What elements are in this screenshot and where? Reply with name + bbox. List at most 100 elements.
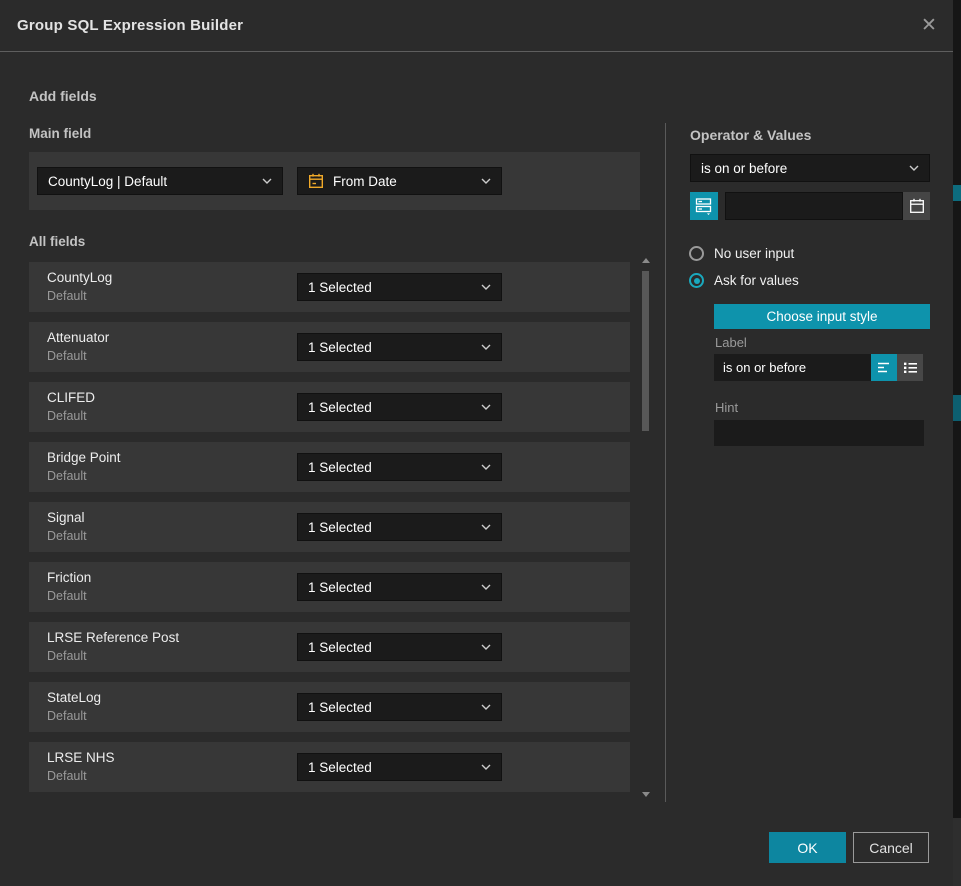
field-name: CLIFED — [47, 390, 95, 405]
radio-ask-for-values-label: Ask for values — [714, 273, 799, 288]
chevron-down-icon — [481, 764, 491, 770]
background-fragment — [953, 185, 961, 201]
bulleted-list-icon — [903, 361, 918, 374]
align-left-icon — [877, 361, 892, 374]
field-layer-sublabel: Default — [47, 649, 87, 663]
field-selected-dropdown[interactable]: 1 Selected — [297, 453, 502, 481]
field-selected-value: 1 Selected — [308, 580, 473, 595]
close-icon[interactable]: ✕ — [916, 13, 942, 39]
scrollbar-thumb[interactable] — [642, 271, 649, 431]
radio-no-user-input-label: No user input — [714, 246, 794, 261]
field-selected-value: 1 Selected — [308, 760, 473, 775]
single-line-input-style-button[interactable] — [871, 354, 897, 381]
field-name: LRSE NHS — [47, 750, 115, 765]
chevron-down-icon — [909, 165, 919, 171]
chevron-down-icon — [481, 464, 491, 470]
cancel-button[interactable]: Cancel — [853, 832, 929, 863]
field-row: LRSE Reference Post Default 1 Selected — [29, 622, 630, 672]
field-layer-sublabel: Default — [47, 529, 87, 543]
value-date-input[interactable] — [725, 192, 903, 220]
page-behind-dialog — [953, 0, 961, 886]
field-selected-dropdown[interactable]: 1 Selected — [297, 633, 502, 661]
main-layer-select-value: CountyLog | Default — [48, 174, 254, 189]
value-input-type-button[interactable] — [690, 192, 718, 220]
field-row: Attenuator Default 1 Selected — [29, 322, 630, 372]
field-layer-sublabel: Default — [47, 469, 87, 483]
field-name: Friction — [47, 570, 91, 585]
chevron-down-icon — [262, 178, 272, 184]
field-selected-dropdown[interactable]: 1 Selected — [297, 753, 502, 781]
field-name: Signal — [47, 510, 85, 525]
all-fields-heading: All fields — [29, 234, 85, 249]
add-fields-heading: Add fields — [29, 88, 97, 104]
field-selected-dropdown[interactable]: 1 Selected — [297, 393, 502, 421]
chevron-down-icon — [481, 284, 491, 290]
chevron-down-icon — [481, 644, 491, 650]
operator-values-heading: Operator & Values — [690, 127, 811, 143]
operator-select[interactable]: is on or before — [690, 154, 930, 182]
stacked-values-icon — [695, 197, 713, 215]
radio-no-user-input[interactable]: No user input — [689, 246, 794, 261]
field-name: CountyLog — [47, 270, 112, 285]
field-name: Bridge Point — [47, 450, 121, 465]
choose-input-style-button[interactable]: Choose input style — [714, 304, 930, 329]
hint-input[interactable] — [714, 420, 924, 446]
dialog-header: Group SQL Expression Builder ✕ — [0, 0, 953, 52]
all-fields-list: CountyLog Default 1 Selected Attenuator … — [29, 262, 630, 802]
list-input-style-button[interactable] — [897, 354, 923, 381]
chevron-down-icon — [481, 404, 491, 410]
field-selected-dropdown[interactable]: 1 Selected — [297, 693, 502, 721]
ok-button[interactable]: OK — [769, 832, 846, 863]
field-selected-dropdown[interactable]: 1 Selected — [297, 513, 502, 541]
field-selected-value: 1 Selected — [308, 520, 473, 535]
field-selected-value: 1 Selected — [308, 640, 473, 655]
dialog-title: Group SQL Expression Builder — [17, 0, 243, 52]
radio-ask-for-values[interactable]: Ask for values — [689, 273, 799, 288]
main-date-field-select[interactable]: From Date — [297, 167, 502, 195]
field-selected-value: 1 Selected — [308, 280, 473, 295]
group-sql-expression-builder-dialog: Group SQL Expression Builder ✕ Add field… — [0, 0, 953, 886]
field-row: Signal Default 1 Selected — [29, 502, 630, 552]
field-layer-sublabel: Default — [47, 769, 87, 783]
field-selected-dropdown[interactable]: 1 Selected — [297, 333, 502, 361]
field-selected-value: 1 Selected — [308, 340, 473, 355]
chevron-down-icon — [481, 524, 491, 530]
background-fragment — [953, 818, 961, 886]
field-layer-sublabel: Default — [47, 349, 87, 363]
scroll-up-icon[interactable] — [642, 258, 650, 263]
field-selected-dropdown[interactable]: 1 Selected — [297, 273, 502, 301]
label-input[interactable] — [714, 354, 871, 381]
field-row: Bridge Point Default 1 Selected — [29, 442, 630, 492]
radio-unchecked-icon — [689, 246, 704, 261]
field-name: StateLog — [47, 690, 101, 705]
chevron-down-icon — [481, 344, 491, 350]
field-layer-sublabel: Default — [47, 709, 87, 723]
field-name: Attenuator — [47, 330, 109, 345]
field-selected-value: 1 Selected — [308, 460, 473, 475]
scroll-down-icon[interactable] — [642, 792, 650, 797]
field-selected-dropdown[interactable]: 1 Selected — [297, 573, 502, 601]
field-selected-value: 1 Selected — [308, 400, 473, 415]
field-selected-value: 1 Selected — [308, 700, 473, 715]
radio-checked-icon — [689, 273, 704, 288]
calendar-icon — [909, 198, 925, 214]
field-layer-sublabel: Default — [47, 409, 87, 423]
field-name: LRSE Reference Post — [47, 630, 179, 645]
operator-select-value: is on or before — [701, 161, 901, 176]
fields-scrollbar[interactable] — [641, 256, 650, 802]
main-layer-select[interactable]: CountyLog | Default — [37, 167, 283, 195]
background-fragment — [953, 395, 961, 421]
calendar-icon — [308, 173, 324, 189]
chevron-down-icon — [481, 704, 491, 710]
hint-field-label: Hint — [715, 400, 738, 415]
field-row: StateLog Default 1 Selected — [29, 682, 630, 732]
main-field-panel: CountyLog | Default From Date — [29, 152, 640, 210]
calendar-picker-button[interactable] — [903, 192, 930, 220]
field-layer-sublabel: Default — [47, 589, 87, 603]
main-date-field-value: From Date — [333, 174, 473, 189]
chevron-down-icon — [481, 178, 491, 184]
field-row: CountyLog Default 1 Selected — [29, 262, 630, 312]
field-row: Friction Default 1 Selected — [29, 562, 630, 612]
chevron-down-icon — [481, 584, 491, 590]
field-row: LRSE NHS Default 1 Selected — [29, 742, 630, 792]
